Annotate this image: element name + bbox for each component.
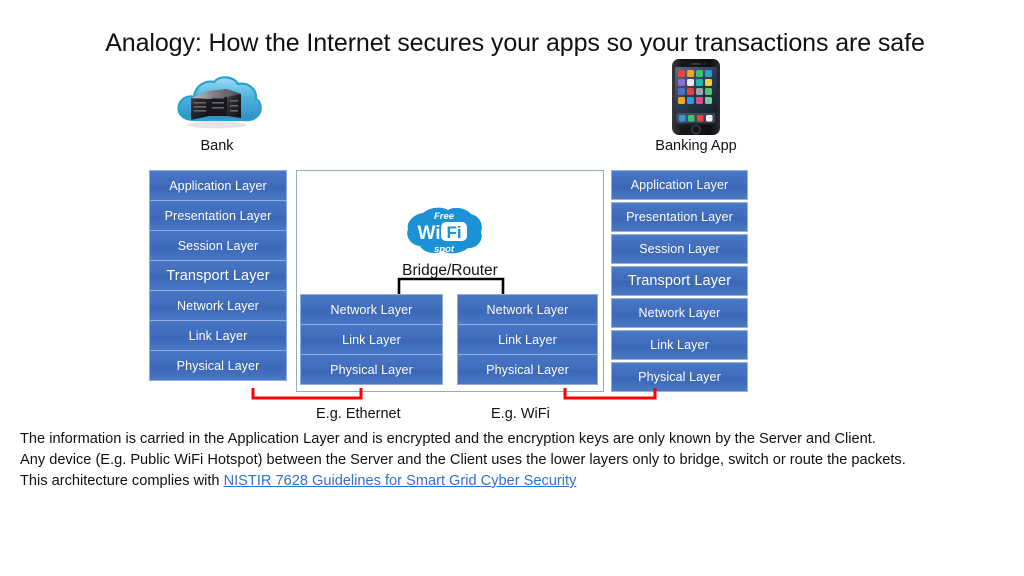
layer-box-session[interactable]: Session Layer: [149, 230, 287, 261]
layer-box-network[interactable]: Network Layer: [457, 294, 598, 325]
svg-text:Fi: Fi: [446, 223, 461, 242]
layer-box-presentation[interactable]: Presentation Layer: [611, 202, 748, 232]
layer-box-physical[interactable]: Physical Layer: [457, 354, 598, 385]
footnote-line-3-prefix: This architecture complies with: [20, 473, 224, 489]
layer-box-link[interactable]: Link Layer: [611, 330, 748, 360]
layer-box-transport[interactable]: Transport Layer: [611, 266, 748, 296]
banking-app-label: Banking App: [655, 138, 737, 154]
layer-box-presentation[interactable]: Presentation Layer: [149, 200, 287, 231]
layer-box-application[interactable]: Application Layer: [611, 170, 748, 200]
layer-box-link[interactable]: Link Layer: [300, 324, 443, 355]
smartphone-icon: [670, 58, 722, 136]
layer-box-network[interactable]: Network Layer: [300, 294, 443, 325]
footnote-line-3: This architecture complies with NISTIR 7…: [20, 471, 1010, 492]
ethernet-link-label: E.g. Ethernet: [316, 406, 401, 422]
bank-osi-stack: Application Layer Presentation Layer Ses…: [149, 170, 287, 381]
bridge-right-stack: Network Layer Link Layer Physical Layer: [457, 294, 598, 385]
layer-box-physical[interactable]: Physical Layer: [149, 350, 287, 381]
footnote-line-2: Any device (E.g. Public WiFi Hotspot) be…: [20, 452, 906, 468]
bank-label: Bank: [200, 138, 234, 154]
bridge-left-stack: Network Layer Link Layer Physical Layer: [300, 294, 443, 385]
layer-box-link[interactable]: Link Layer: [457, 324, 598, 355]
svg-text:spot: spot: [434, 244, 455, 255]
layer-box-application[interactable]: Application Layer: [149, 170, 287, 201]
layer-box-network[interactable]: Network Layer: [149, 290, 287, 321]
banking-app-osi-stack: Application Layer Presentation Layer Ses…: [611, 170, 748, 394]
svg-text:Free: Free: [434, 211, 455, 222]
layer-box-link[interactable]: Link Layer: [149, 320, 287, 351]
bank-endpoint: Bank: [142, 72, 292, 154]
nistir-7628-link[interactable]: NISTIR 7628 Guidelines for Smart Grid Cy…: [224, 473, 577, 489]
page-title: Analogy: How the Internet secures your a…: [105, 29, 925, 57]
layer-box-network[interactable]: Network Layer: [611, 298, 748, 328]
banking-app-endpoint: Banking App: [620, 58, 772, 154]
ethernet-link-bracket: [251, 388, 363, 401]
layer-box-session[interactable]: Session Layer: [611, 234, 748, 264]
free-wifi-spot-icon: Free Wi Fi spot: [403, 207, 485, 259]
cloud-server-icon: [169, 72, 265, 136]
svg-text:Wi: Wi: [417, 223, 440, 244]
wifi-link-label: E.g. WiFi: [491, 406, 550, 422]
wifi-link-bracket: [563, 388, 657, 401]
footnote-paragraph: The information is carried in the Applic…: [20, 429, 1010, 492]
layer-box-transport[interactable]: Transport Layer: [149, 260, 287, 291]
layer-box-physical[interactable]: Physical Layer: [300, 354, 443, 385]
footnote-line-1: The information is carried in the Applic…: [20, 431, 876, 447]
